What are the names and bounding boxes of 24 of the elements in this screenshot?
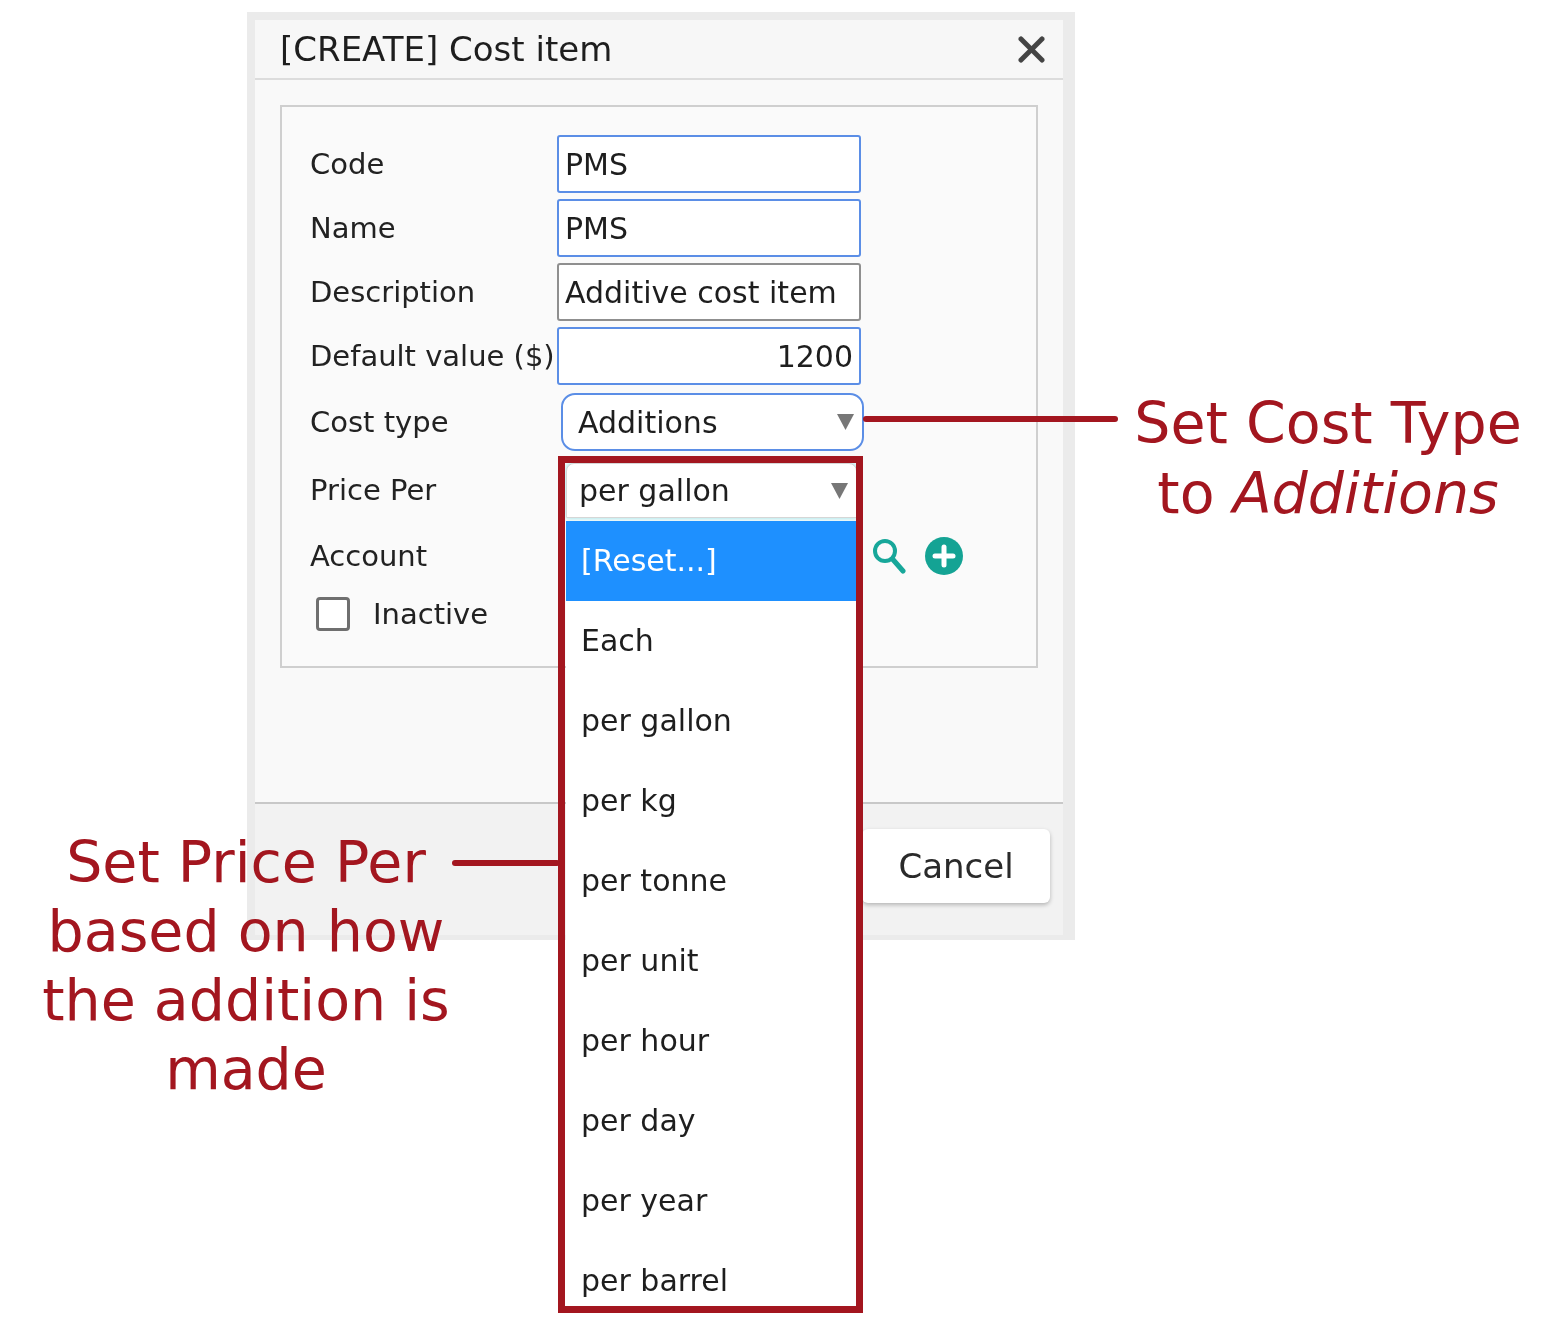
search-icon[interactable]	[872, 538, 906, 574]
field-label: Code	[310, 146, 386, 182]
input-field[interactable]: PMS	[557, 199, 861, 257]
input-field[interactable]: Additive cost item	[557, 263, 861, 321]
field-label: Cost type	[310, 404, 450, 440]
field-label: Default value ($)	[310, 338, 556, 374]
select-field[interactable]: Additions	[561, 393, 864, 451]
field-label: Account	[310, 538, 429, 574]
checkbox-label: Inactive	[373, 597, 489, 631]
close-icon[interactable]	[1018, 35, 1045, 63]
input-field[interactable]: 1200	[557, 327, 861, 385]
input-field[interactable]: PMS	[557, 135, 861, 193]
caret-icon	[837, 414, 854, 430]
annotation-text: Set Price Per based on how the addition is made	[41, 828, 451, 1104]
plus-circle-icon[interactable]	[925, 537, 963, 575]
annotation-text: Set Cost Type to Additions	[1133, 389, 1523, 528]
caret-icon	[831, 482, 848, 499]
field-label: Price Per	[310, 473, 438, 508]
field-label: Name	[310, 210, 397, 246]
select-field[interactable]: per gallon	[566, 463, 857, 518]
cancel-button[interactable]: Cancel	[862, 829, 1050, 903]
checkbox[interactable]	[316, 597, 350, 631]
field-label: Description	[310, 274, 477, 310]
dialog-title: [CREATE] Cost item	[280, 28, 613, 70]
